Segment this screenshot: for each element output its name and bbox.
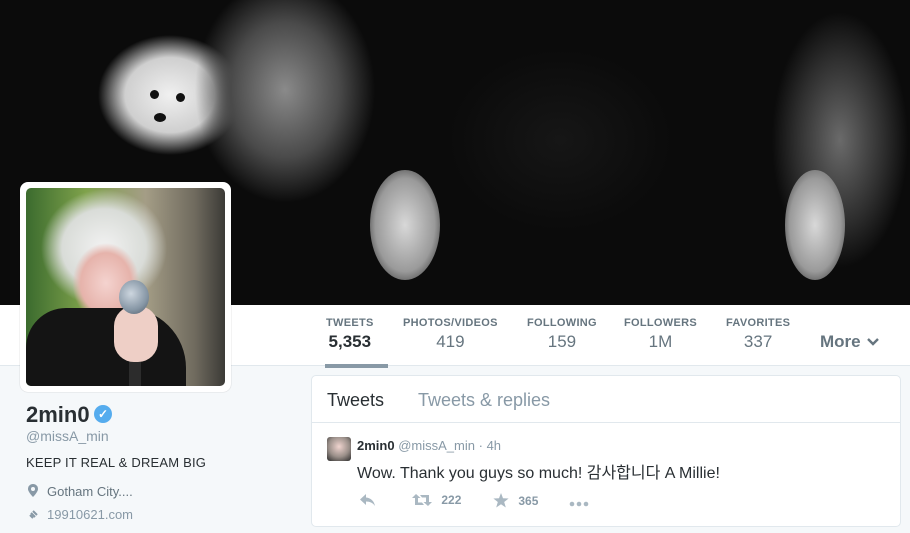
url-text[interactable]: 19910621.com <box>47 507 133 522</box>
profile-url[interactable]: 19910621.com <box>28 507 133 522</box>
banner-dog-eye <box>150 90 159 99</box>
tweet-author-handle[interactable]: @missA_min <box>398 438 475 453</box>
profile-bio: KEEP IT REAL & DREAM BIG <box>26 455 207 470</box>
tweet-header: 2min0 @missA_min · 4h <box>357 438 501 453</box>
more-label: More <box>820 332 861 351</box>
stat-value: 1M <box>648 332 673 351</box>
timeline-tabs: Tweets Tweets & replies <box>312 376 900 423</box>
tab-tweets[interactable]: Tweets <box>327 390 384 411</box>
more-dots-icon <box>569 493 589 507</box>
tweet-timestamp[interactable]: 4h <box>487 438 501 453</box>
avatar-hand <box>114 306 158 362</box>
favorite-button[interactable]: 365 <box>493 493 538 508</box>
stat-label: FOLLOWERS <box>624 317 697 329</box>
favorite-star-icon <box>493 493 512 508</box>
tweet-text: Wow. Thank you guys so much! 감사합니다 A Mil… <box>357 465 720 482</box>
stat-followers[interactable]: FOLLOWERS 1M <box>624 317 697 352</box>
profile-location: Gotham City.... <box>28 484 133 499</box>
stat-label: TWEETS <box>326 317 374 329</box>
profile-name[interactable]: 2min0 <box>26 402 90 428</box>
stat-label: FOLLOWING <box>527 317 597 329</box>
chevron-down-icon <box>867 335 880 349</box>
avatar-image <box>26 188 225 386</box>
stat-favorites[interactable]: FAVORITES 337 <box>726 317 790 352</box>
reply-icon <box>359 493 376 507</box>
banner-shoulder-left <box>370 170 440 280</box>
stat-value: 5,353 <box>328 332 372 351</box>
banner-dog-nose <box>154 113 166 122</box>
stat-value: 419 <box>436 332 465 351</box>
stat-tweets[interactable]: TWEETS 5,353 <box>325 317 388 368</box>
stat-photos-videos[interactable]: PHOTOS/VIDEOS 419 <box>403 317 498 352</box>
avatar-mic <box>119 280 149 314</box>
more-actions-button[interactable] <box>569 493 589 507</box>
retweet-count: 222 <box>441 493 462 507</box>
stat-value: 159 <box>547 332 577 351</box>
tweet-author-name[interactable]: 2min0 <box>357 438 395 453</box>
banner-shoulder-right <box>785 170 845 280</box>
favorite-count: 365 <box>518 494 539 508</box>
tweet-separator: · <box>478 438 483 453</box>
timeline-panel: Tweets Tweets & replies 2min0 @missA_min… <box>311 375 901 527</box>
retweet-button[interactable]: 222 <box>412 493 461 507</box>
active-tab-indicator <box>325 364 388 368</box>
tweet-avatar[interactable] <box>327 437 351 461</box>
stat-label: PHOTOS/VIDEOS <box>403 317 498 329</box>
profile-handle[interactable]: @missA_min <box>26 428 109 444</box>
more-menu-button[interactable]: More <box>820 332 880 352</box>
location-text: Gotham City.... <box>47 484 133 499</box>
reply-button[interactable] <box>359 493 376 507</box>
banner-dog-eye <box>176 93 185 102</box>
stat-value: 337 <box>743 332 773 351</box>
stat-following[interactable]: FOLLOWING 159 <box>527 317 597 352</box>
retweet-icon <box>412 493 435 507</box>
link-icon <box>28 508 40 520</box>
verified-icon: ✓ <box>94 405 112 423</box>
profile-avatar[interactable] <box>20 182 231 392</box>
tab-tweets-replies[interactable]: Tweets & replies <box>418 390 550 411</box>
stat-label: FAVORITES <box>726 317 791 329</box>
avatar-shirt <box>26 308 186 386</box>
location-pin-icon <box>28 484 38 497</box>
tweet-actions: 222 365 <box>357 493 877 511</box>
